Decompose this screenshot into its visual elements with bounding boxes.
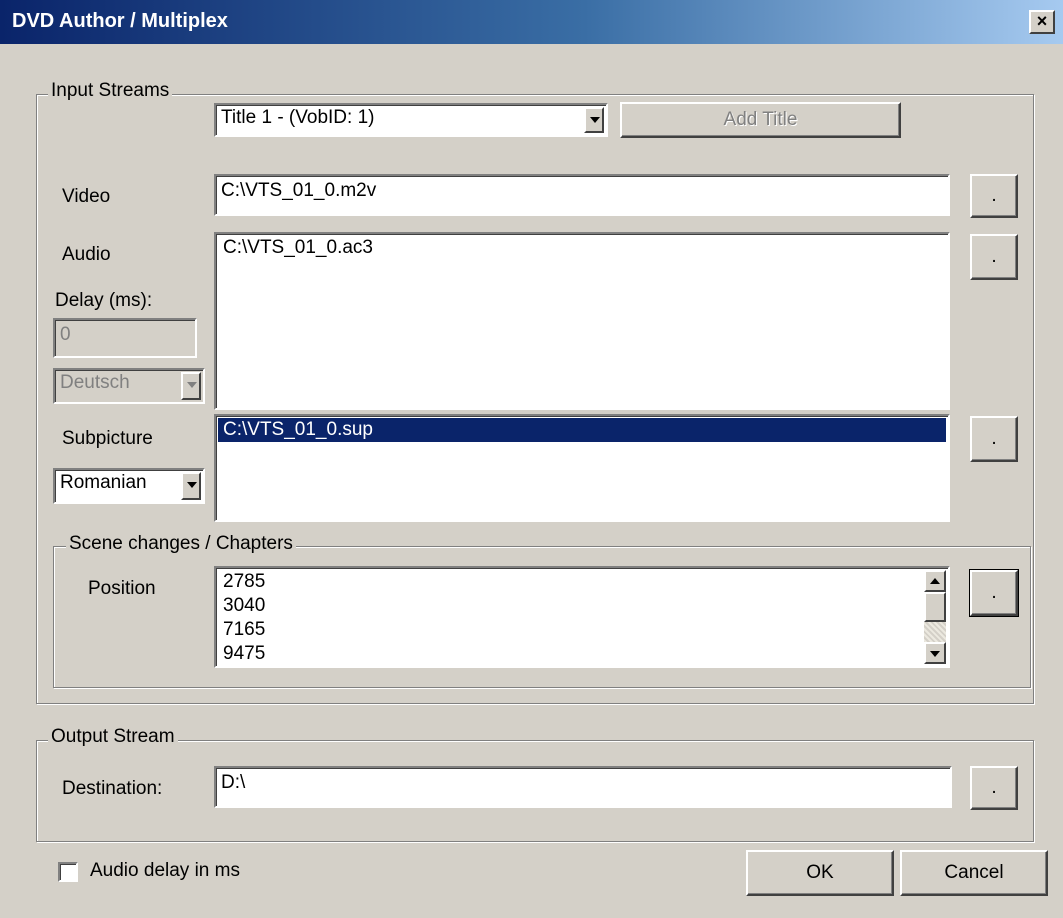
output-stream-legend: Output Stream	[48, 726, 178, 748]
scroll-up-icon[interactable]	[924, 570, 946, 592]
scroll-down-icon[interactable]	[924, 642, 946, 664]
destination-browse-button[interactable]: .	[970, 766, 1018, 810]
chapters-scrollbar[interactable]	[924, 570, 946, 664]
close-icon: ×	[1036, 11, 1048, 31]
close-button[interactable]: ×	[1029, 10, 1055, 34]
chevron-down-icon[interactable]	[181, 372, 201, 400]
subpicture-language-select[interactable]: Romanian	[53, 468, 205, 504]
cancel-button[interactable]: Cancel	[900, 850, 1048, 896]
position-label: Position	[88, 578, 156, 599]
title-select[interactable]: Title 1 - (VobID: 1)	[214, 103, 608, 137]
list-item[interactable]: 3040	[218, 594, 920, 618]
audio-list[interactable]: C:\VTS_01_0.ac3	[214, 232, 950, 410]
subpicture-language-value: Romanian	[60, 472, 147, 493]
chapters-browse-button[interactable]: .	[969, 569, 1019, 617]
destination-label: Destination:	[62, 778, 163, 799]
video-label: Video	[62, 186, 111, 207]
audio-delay-checkbox-label[interactable]: Audio delay in ms	[90, 860, 240, 882]
chevron-down-icon[interactable]	[181, 472, 201, 500]
title-select-value: Title 1 - (VobID: 1)	[221, 107, 375, 128]
subpicture-label: Subpicture	[62, 428, 153, 449]
delay-field[interactable]: 0	[53, 318, 197, 358]
ok-button[interactable]: OK	[746, 850, 894, 896]
list-item[interactable]: C:\VTS_01_0.sup	[218, 418, 946, 442]
audio-language-value: Deutsch	[60, 372, 130, 393]
delay-label: Delay (ms):	[55, 290, 153, 311]
chapters-list[interactable]: 2785 3040 7165 9475	[214, 566, 950, 668]
subpicture-browse-button[interactable]: .	[970, 416, 1018, 462]
video-field[interactable]: C:\VTS_01_0.m2v	[214, 174, 950, 216]
chapters-legend: Scene changes / Chapters	[66, 533, 296, 555]
audio-language-select[interactable]: Deutsch	[53, 368, 205, 404]
audio-browse-button[interactable]: .	[970, 234, 1018, 280]
list-item[interactable]: 7165	[218, 618, 920, 642]
audio-delay-checkbox[interactable]	[58, 862, 78, 882]
chevron-down-icon[interactable]	[584, 107, 604, 133]
subpicture-list[interactable]: C:\VTS_01_0.sup	[214, 414, 950, 522]
destination-field[interactable]: D:\	[214, 766, 952, 808]
audio-label: Audio	[62, 244, 111, 265]
input-streams-legend: Input Streams	[48, 80, 173, 102]
list-item[interactable]: 2785	[218, 570, 920, 594]
scrollbar-thumb[interactable]	[924, 592, 946, 622]
list-item[interactable]: 9475	[218, 642, 920, 666]
list-item[interactable]: C:\VTS_01_0.ac3	[218, 236, 946, 260]
add-title-button[interactable]: Add Title	[620, 102, 901, 138]
video-browse-button[interactable]: .	[970, 174, 1018, 218]
window-title: DVD Author / Multiplex	[12, 10, 228, 32]
